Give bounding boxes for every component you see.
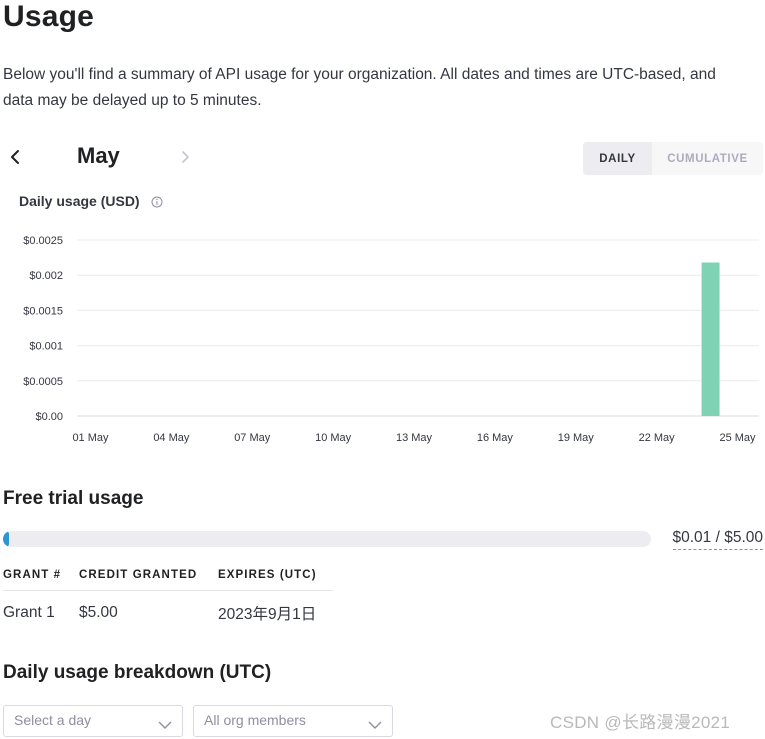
chart-title: Daily usage (USD) xyxy=(19,193,140,209)
credit-granted-header: CREDIT GRANTED xyxy=(79,560,218,591)
usage-bar xyxy=(701,262,720,416)
day-select-placeholder: Select a day xyxy=(14,712,92,728)
page-title: Usage xyxy=(3,0,95,33)
watermark-text: CSDN @长路漫漫2021 xyxy=(550,713,731,732)
month-label: May xyxy=(77,143,120,168)
free-trial-progress-bar xyxy=(3,531,651,547)
y-tick-label: $0.002 xyxy=(29,270,63,282)
expires-header: EXPIRES (UTC) xyxy=(218,560,333,591)
page-intro: Below you'll find a summary of API usage… xyxy=(3,66,716,109)
expires-cell: 2023年9月1日 xyxy=(218,606,317,623)
x-tick-label: 19 May xyxy=(558,432,595,444)
x-tick-label: 01 May xyxy=(72,432,109,444)
grant-number-header: GRANT # xyxy=(3,560,79,591)
view-toggle: DAILY CUMULATIVE xyxy=(583,142,763,175)
x-tick-label: 04 May xyxy=(153,432,190,444)
chevron-down-icon xyxy=(368,717,382,729)
chevron-down-icon xyxy=(158,717,172,729)
y-tick-label: $0.0015 xyxy=(23,305,63,317)
daily-toggle-button[interactable]: DAILY xyxy=(583,142,652,175)
y-tick-label: $0.001 xyxy=(29,341,63,353)
credit-granted-cell: $5.00 xyxy=(79,604,118,621)
breakdown-title: Daily usage breakdown (UTC) xyxy=(3,662,272,683)
x-tick-label: 07 May xyxy=(234,432,271,444)
y-tick-label: $0.0025 xyxy=(23,235,63,247)
x-tick-label: 16 May xyxy=(477,432,514,444)
month-navigator: May DAILY CUMULATIVE xyxy=(0,140,765,176)
free-trial-title: Free trial usage xyxy=(3,488,144,509)
free-trial-amount[interactable]: $0.01 / $5.00 xyxy=(672,529,763,550)
day-select[interactable]: Select a day xyxy=(3,705,183,737)
chevron-right-icon[interactable] xyxy=(176,146,196,168)
x-tick-label: 25 May xyxy=(719,432,756,444)
table-row: Grant 1 $5.00 2023年9月1日 xyxy=(3,591,333,635)
y-tick-label: $0.00 xyxy=(35,411,63,423)
x-tick-label: 22 May xyxy=(639,432,676,444)
free-trial-progress-fill xyxy=(3,531,10,547)
x-tick-label: 10 May xyxy=(315,432,352,444)
grants-table: GRANT # CREDIT GRANTED EXPIRES (UTC) Gra… xyxy=(3,560,333,634)
members-select[interactable]: All org members xyxy=(193,705,393,737)
members-select-value: All org members xyxy=(204,712,306,728)
daily-usage-chart: $0.00 $0.0005 $0.001 $0.0015 $0.002 $0.0025 01… xyxy=(23,235,759,444)
grants-header-row: GRANT # CREDIT GRANTED EXPIRES (UTC) xyxy=(3,560,333,591)
grant-number-cell: Grant 1 xyxy=(3,604,55,621)
y-tick-label: $0.0005 xyxy=(23,376,63,388)
x-tick-label: 13 May xyxy=(396,432,433,444)
cumulative-toggle-button[interactable]: CUMULATIVE xyxy=(652,142,763,175)
chevron-left-icon[interactable] xyxy=(6,146,26,168)
info-icon[interactable] xyxy=(151,195,163,208)
